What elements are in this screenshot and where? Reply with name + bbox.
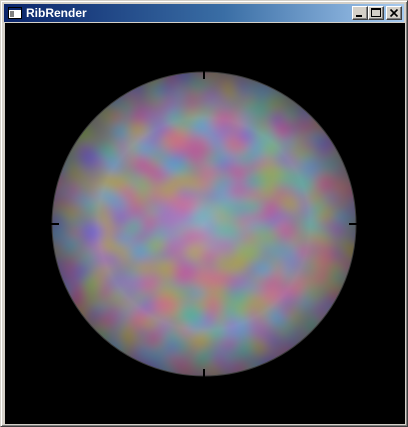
minimize-icon: [356, 15, 362, 17]
window-title: RibRender: [26, 6, 87, 20]
app-window: RibRender: [0, 0, 408, 427]
close-icon: [389, 8, 399, 18]
close-button[interactable]: [386, 6, 402, 20]
window-app-icon[interactable]: [8, 6, 22, 20]
title-bar[interactable]: RibRender: [4, 4, 404, 22]
maximize-icon: [371, 8, 381, 17]
render-canvas: [5, 23, 405, 424]
maximize-button[interactable]: [368, 6, 384, 20]
minimize-button[interactable]: [352, 6, 368, 20]
render-viewport[interactable]: [5, 23, 405, 424]
